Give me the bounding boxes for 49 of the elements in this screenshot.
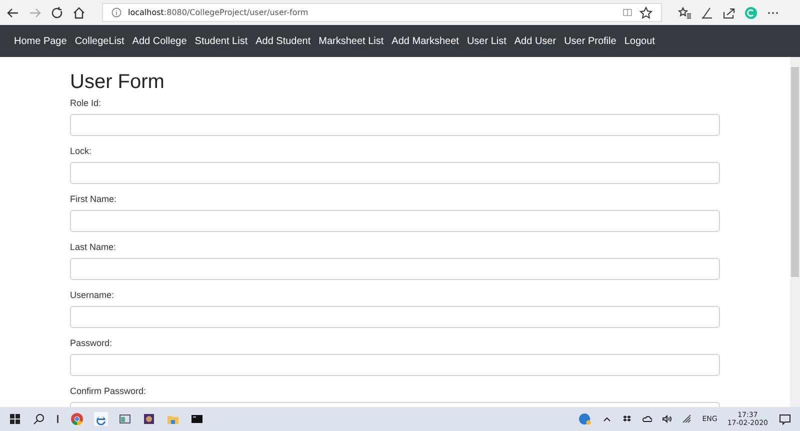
chrome-icon[interactable] (70, 412, 84, 426)
info-icon (111, 7, 122, 18)
field-label: Last Name: (70, 242, 118, 252)
nav-link[interactable]: Add Student (252, 32, 315, 50)
input-field[interactable] (70, 258, 720, 280)
input-field[interactable] (70, 210, 720, 232)
nav-link[interactable]: Add User (510, 32, 560, 50)
reading-view-icon[interactable] (622, 7, 633, 18)
dropbox-icon[interactable] (622, 414, 632, 424)
refresh-icon[interactable] (50, 6, 64, 20)
page-title: User Form (70, 71, 166, 94)
task-view-icon[interactable] (56, 412, 60, 426)
terminal-icon[interactable] (190, 412, 204, 426)
share-icon[interactable] (722, 6, 736, 20)
window-app-icon[interactable] (118, 412, 132, 426)
edge-icon[interactable] (94, 412, 108, 426)
input-field[interactable] (70, 162, 720, 184)
scrollbar[interactable] (790, 57, 800, 407)
nav-link[interactable]: Student List (190, 32, 252, 50)
field-label: Username: (70, 290, 116, 300)
input-field[interactable] (70, 114, 720, 136)
input-field[interactable] (70, 306, 720, 328)
notification-icon[interactable] (778, 412, 792, 426)
wifi-icon[interactable] (682, 414, 692, 424)
cloud-icon[interactable] (642, 414, 652, 424)
search-icon[interactable] (32, 412, 46, 426)
nav-link[interactable]: Add College (128, 32, 191, 50)
windows-start-icon[interactable] (8, 412, 22, 426)
speaker-icon[interactable] (662, 414, 672, 424)
star-icon[interactable] (639, 6, 653, 20)
home-icon[interactable] (72, 6, 86, 20)
nav-link[interactable]: Home Page (10, 32, 71, 50)
favorites-icon[interactable] (678, 6, 692, 20)
field-label: Confirm Password: (70, 386, 148, 396)
nav-link[interactable]: Marksheet List (314, 32, 388, 50)
nav-link[interactable]: CollegeList (70, 32, 128, 50)
field-label: Role Id: (70, 98, 102, 108)
app-icon[interactable] (142, 412, 156, 426)
address-bar[interactable]: localhost:8080/CollegeProject/user/user-form (102, 3, 662, 22)
nav-link[interactable]: User List (462, 32, 510, 50)
nav-link[interactable]: User Profile (560, 32, 620, 50)
input-field[interactable] (70, 354, 720, 376)
nav-link[interactable]: Logout (620, 32, 659, 50)
field-label: First Name: (70, 194, 118, 204)
back-icon[interactable] (6, 6, 20, 20)
nav-link[interactable]: Add Marksheet (388, 32, 463, 50)
url-text: localhost:8080/CollegeProject/user/user-form (128, 8, 308, 17)
field-label: Password: (70, 338, 114, 348)
field-label: Lock: (70, 146, 93, 156)
